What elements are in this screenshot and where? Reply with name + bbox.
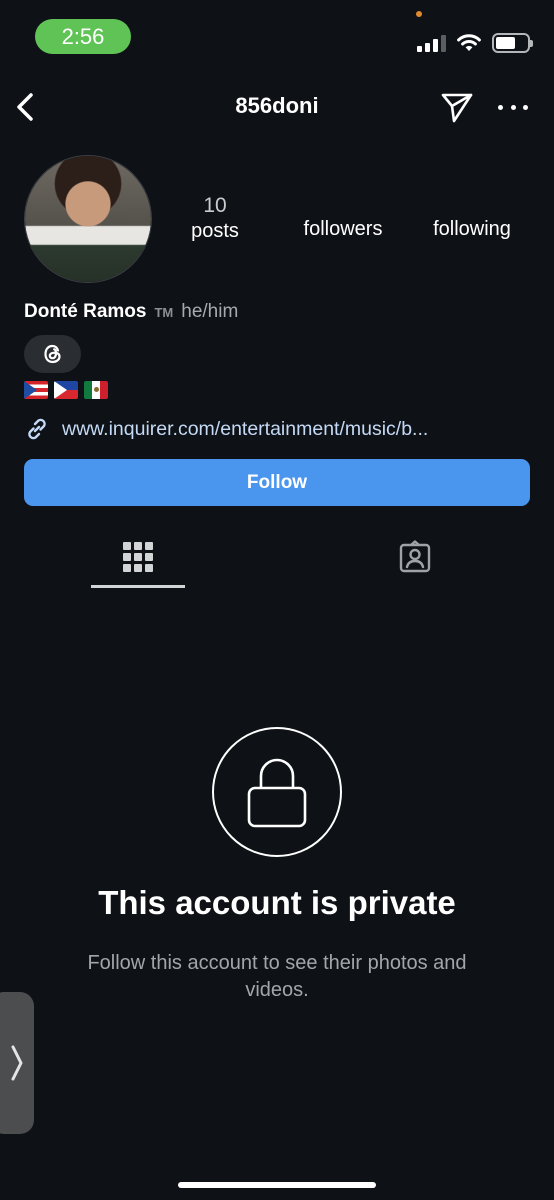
trademark-symbol: TM [154, 305, 174, 320]
tab-tagged[interactable] [390, 540, 440, 576]
following-stat[interactable]: following [420, 218, 524, 241]
threads-icon [43, 344, 61, 364]
posts-label: posts [191, 220, 239, 242]
tab-posts-grid[interactable] [91, 530, 185, 588]
battery-icon [492, 33, 533, 53]
follow-button-label: Follow [246, 471, 308, 493]
status-icons [417, 33, 533, 53]
grid-icon [123, 542, 153, 588]
link-icon [28, 418, 46, 440]
puerto-rico-flag-icon [24, 381, 48, 399]
signal-icon [417, 34, 446, 52]
tagged-user-icon [399, 540, 431, 573]
chevron-right-icon [11, 1045, 23, 1081]
followers-label: followers [303, 218, 383, 240]
privacy-indicator-dot [416, 11, 422, 17]
profile-screen: 2:56 856doni 10 posts followers followin… [0, 0, 554, 1200]
status-time-pill[interactable]: 2:56 [35, 19, 131, 54]
following-label: following [433, 218, 511, 240]
posts-stat[interactable]: 10 posts [175, 194, 255, 243]
flag-emojis [24, 381, 108, 399]
active-tab-indicator [91, 585, 185, 588]
philippines-flag-icon [54, 381, 78, 399]
more-horizontal-icon[interactable] [498, 93, 528, 121]
side-drawer-handle[interactable] [0, 992, 34, 1134]
send-icon[interactable] [440, 90, 474, 124]
posts-count: 10 [203, 194, 227, 217]
followers-stat[interactable]: followers [290, 218, 396, 241]
pronouns: he/him [181, 301, 239, 322]
home-indicator[interactable] [178, 1182, 376, 1188]
private-account-title: This account is private [98, 884, 456, 921]
follow-button[interactable]: Follow [24, 459, 530, 506]
lock-icon [247, 758, 307, 828]
threads-badge[interactable] [24, 335, 81, 373]
lock-badge [212, 727, 342, 857]
display-name: Donté Ramos [24, 301, 147, 322]
wifi-icon [457, 34, 481, 51]
avatar[interactable] [24, 155, 152, 283]
private-account-subtitle: Follow this account to see their photos … [87, 952, 467, 1001]
bio-name-row: Donté Ramos TM he/him [24, 301, 238, 323]
mexico-flag-icon [84, 381, 108, 399]
bio-link[interactable]: www.inquirer.com/entertainment/music/b..… [24, 416, 428, 442]
status-time: 2:56 [61, 23, 105, 49]
bio-link-url: www.inquirer.com/entertainment/music/b..… [62, 417, 429, 440]
